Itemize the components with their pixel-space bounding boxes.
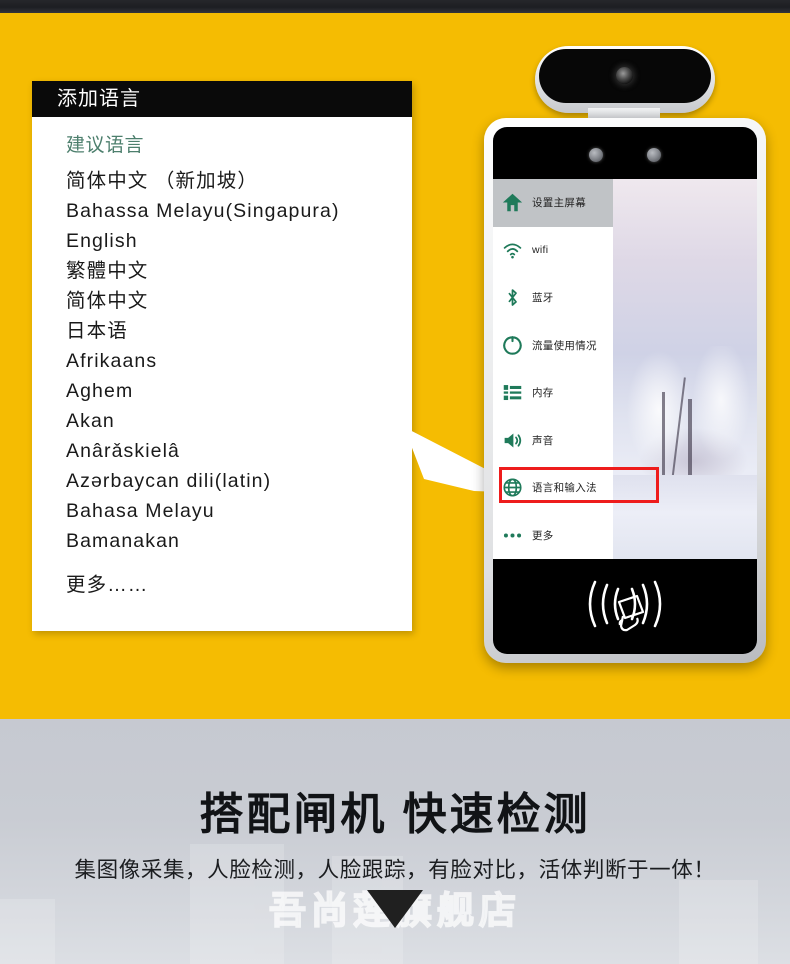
face-recognition-terminal: 设置主屏幕 wifi 蓝牙 流量使用情况 内存 声音 语言和输入法 更多 [480,38,770,663]
nfc-reader-zone [493,568,757,640]
settings-menu-list: 设置主屏幕 wifi 蓝牙 流量使用情况 内存 声音 语言和输入法 更多 [493,179,613,559]
more-languages-label[interactable]: 更多…… [32,556,412,597]
more-dots-icon [502,525,523,546]
panel-title: 添加语言 [32,81,412,117]
device-body: 设置主屏幕 wifi 蓝牙 流量使用情况 内存 声音 语言和输入法 更多 [484,118,766,663]
list-item[interactable]: 简体中文 （新加坡） [32,166,412,196]
menu-item-wifi[interactable]: wifi [493,227,613,275]
menu-item-label: 更多 [532,529,554,542]
page-subtitle: 集图像采集，人脸检测，人脸跟踪，有脸对比，活体判断于一体！ [74,858,716,882]
add-language-panel: 添加语言 建议语言 简体中文 （新加坡） Bahassa Melayu(Sing… [32,81,412,631]
list-item[interactable]: Bamanakan [32,526,412,556]
device-screen: 设置主屏幕 wifi 蓝牙 流量使用情况 内存 声音 语言和输入法 更多 [493,127,757,654]
globe-icon [502,477,523,498]
language-list: 简体中文 （新加坡） Bahassa Melayu(Singapura) Eng… [32,166,412,556]
camera-lens-icon [616,67,633,84]
bluetooth-icon [502,287,523,308]
menu-item-home[interactable]: 设置主屏幕 [493,179,613,227]
menu-item-sound[interactable]: 声音 [493,417,613,465]
list-item[interactable]: Bahasa Melayu [32,496,412,526]
list-item[interactable]: Azərbaycan dili(latin) [32,466,412,496]
menu-item-label: 设置主屏幕 [532,197,586,210]
menu-item-label: 内存 [532,387,554,400]
data-usage-icon [502,335,523,356]
menu-item-storage[interactable]: 内存 [493,369,613,417]
menu-item-data-usage[interactable]: 流量使用情况 [493,322,613,370]
sound-icon [502,430,523,451]
list-item[interactable]: 繁體中文 [32,256,412,286]
settings-ui: 设置主屏幕 wifi 蓝牙 流量使用情况 内存 声音 语言和输入法 更多 [493,179,757,559]
list-item[interactable]: Akan [32,406,412,436]
panel-body: 建议语言 简体中文 （新加坡） Bahassa Melayu(Singapura… [32,117,412,631]
menu-item-label: 蓝牙 [532,292,554,305]
ir-sensor-icon [589,148,603,162]
wallpaper-winter-scene [613,179,757,559]
list-item[interactable]: Afrikaans [32,346,412,376]
wifi-icon [502,240,523,261]
storage-icon [502,382,523,403]
wallpaper-snow-ground [613,475,757,559]
scroll-down-triangle-icon [367,890,423,928]
home-icon [502,192,523,213]
list-item[interactable]: Anârǎskielâ [32,436,412,466]
suggested-languages-header: 建议语言 [66,135,145,156]
rfid-card-tap-icon [588,580,662,632]
menu-item-bluetooth[interactable]: 蓝牙 [493,274,613,322]
menu-item-label: 流量使用情况 [532,339,597,352]
list-item[interactable]: 日本语 [32,316,412,346]
camera-module [535,46,715,113]
menu-item-language-and-input[interactable]: 语言和输入法 [493,464,613,512]
menu-item-label: 声音 [532,434,554,447]
list-item[interactable]: 简体中文 [32,286,412,316]
page-title: 搭配闸机 快速检测 [199,790,591,839]
top-dark-strip [0,0,790,13]
camera-glass [539,49,711,103]
sensor-row [493,148,757,162]
list-item[interactable]: Aghem [32,376,412,406]
menu-item-label: wifi [532,244,549,257]
hero-section: 添加语言 建议语言 简体中文 （新加坡） Bahassa Melayu(Sing… [0,13,790,719]
light-sensor-icon [647,148,661,162]
list-item[interactable]: English [32,226,412,256]
menu-item-label: 语言和输入法 [532,482,597,495]
list-item[interactable]: Bahassa Melayu(Singapura) [32,196,412,226]
menu-item-more[interactable]: 更多 [493,512,613,560]
